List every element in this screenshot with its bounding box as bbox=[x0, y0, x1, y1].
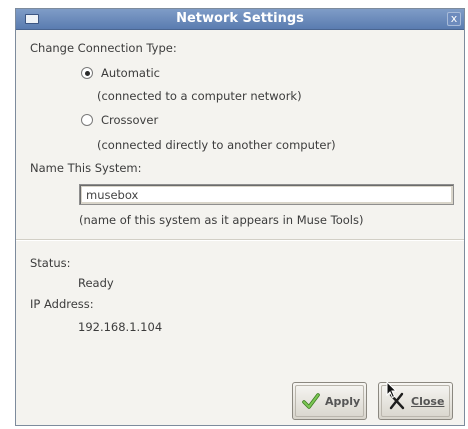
automatic-radio[interactable] bbox=[81, 67, 93, 79]
network-settings-dialog: Network Settings x Change Connection Typ… bbox=[15, 8, 465, 426]
ip-address-value: 192.168.1.104 bbox=[78, 320, 163, 334]
status-value: Ready bbox=[78, 276, 114, 290]
apply-button[interactable]: Apply bbox=[292, 382, 367, 420]
ip-address-label: IP Address: bbox=[30, 297, 94, 311]
automatic-option-label[interactable]: Automatic bbox=[101, 66, 160, 80]
close-button-label: Close bbox=[411, 395, 445, 408]
crossover-radio[interactable] bbox=[81, 114, 93, 126]
window-close-icon[interactable]: x bbox=[447, 12, 461, 26]
mouse-pointer-icon bbox=[386, 381, 398, 399]
title-bar[interactable]: Network Settings x bbox=[16, 9, 464, 30]
automatic-description: (connected to a computer network) bbox=[97, 89, 302, 103]
section-divider bbox=[16, 239, 464, 241]
apply-button-label: Apply bbox=[325, 395, 361, 408]
window-title: Network Settings bbox=[176, 11, 304, 26]
status-label: Status: bbox=[30, 256, 71, 270]
crossover-description: (connected directly to another computer) bbox=[97, 138, 336, 152]
system-name-hint: (name of this system as it appears in Mu… bbox=[79, 213, 364, 227]
system-name-label: Name This System: bbox=[30, 161, 142, 175]
crossover-option-label[interactable]: Crossover bbox=[101, 113, 158, 127]
connection-type-label: Change Connection Type: bbox=[30, 41, 177, 55]
checkmark-icon bbox=[302, 393, 320, 409]
system-name-input[interactable] bbox=[79, 184, 454, 205]
